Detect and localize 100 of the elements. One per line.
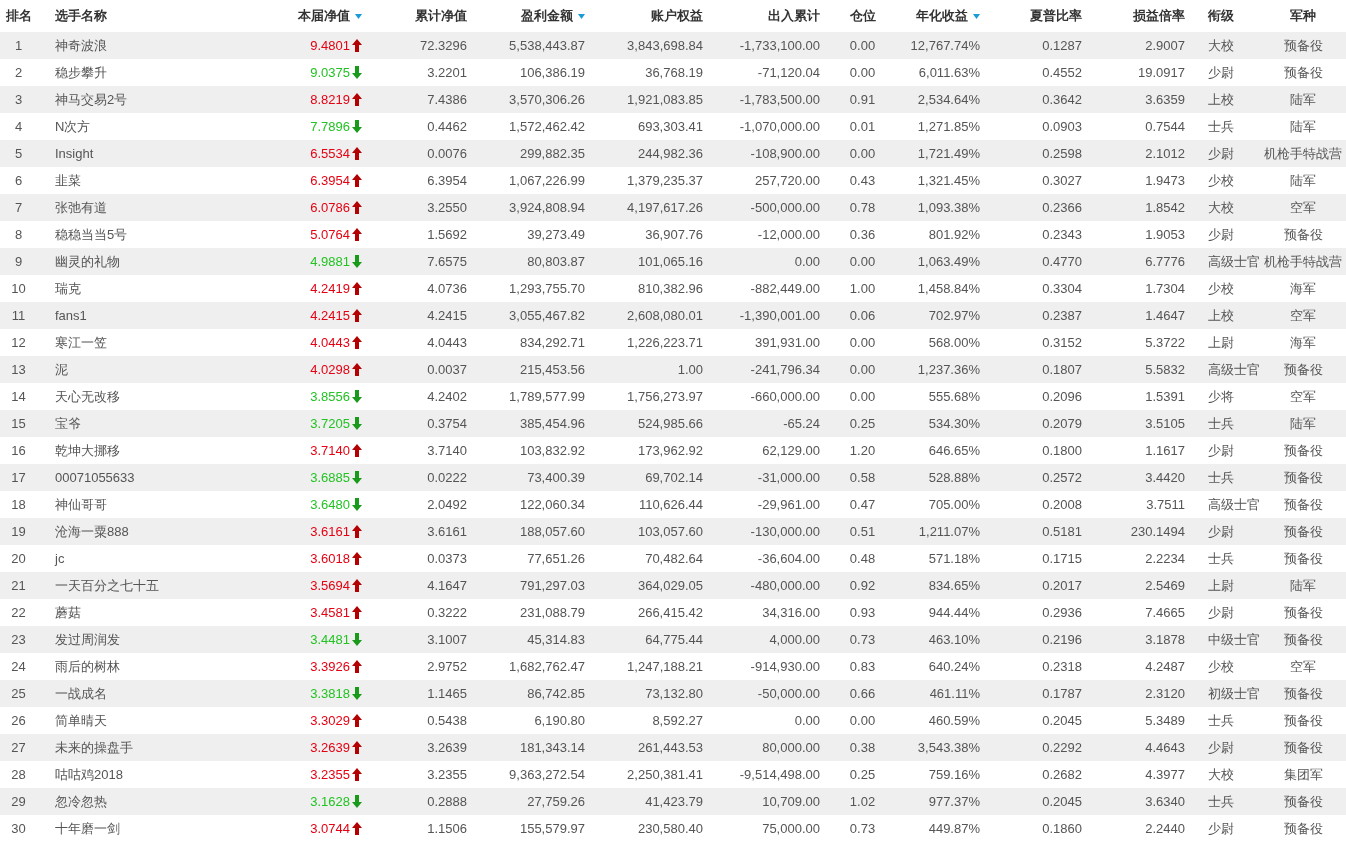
sharpe-ratio-cell-text: 0.3304 <box>1042 279 1082 298</box>
rank-title-cell-text: 少尉 <box>1208 441 1234 460</box>
profit-loss-ratio-cell-text: 4.3977 <box>1145 765 1185 784</box>
rank-cell-text: 11 <box>11 306 26 325</box>
profit-loss-ratio-cell-text: 1.1617 <box>1145 441 1185 460</box>
profit-amount-cell-text: 5,538,443.87 <box>509 36 585 55</box>
annualized-return-cell-text: 1,271.85% <box>917 117 980 136</box>
cumulative-flow-cell-text: 257,720.00 <box>754 171 820 190</box>
sharpe-ratio-cell-text: 0.2343 <box>1042 225 1082 244</box>
profit-loss-ratio-cell-text: 1.8542 <box>1145 198 1185 217</box>
player-name-cell-text: 忽冷忽热 <box>55 792 107 811</box>
cumulative-flow-cell-text: 10,709.00 <box>762 792 820 811</box>
service-branch-cell-text: 预备役 <box>1283 819 1323 838</box>
column-header[interactable]: 盈利金额 <box>521 6 573 26</box>
rank-cell-text: 12 <box>11 333 26 352</box>
net-value-cell-text: 3.3029 <box>310 711 350 730</box>
account-equity-cell-text: 1,921,083.85 <box>627 90 703 109</box>
sharpe-ratio-cell-text: 0.2318 <box>1042 657 1082 676</box>
cumulative-net-value-cell-text: 4.2402 <box>427 387 467 406</box>
position-cell-text: 0.00 <box>849 63 876 82</box>
position-cell-text: 1.20 <box>849 441 876 460</box>
profit-amount-cell-text: 6,190.80 <box>534 711 585 730</box>
cumulative-net-value-cell-text: 3.6161 <box>427 522 467 541</box>
rank-cell-text: 4 <box>14 117 23 136</box>
account-equity-cell-text: 41,423.79 <box>645 792 703 811</box>
rank-title-cell-text: 少尉 <box>1208 603 1234 622</box>
annualized-return-cell-text: 555.68% <box>928 387 980 406</box>
cumulative-net-value-cell-text: 4.0736 <box>427 279 467 298</box>
column-header: 账户权益 <box>651 7 703 26</box>
player-name-cell-text: 神奇波浪 <box>55 36 107 55</box>
position-cell-text: 0.91 <box>849 90 876 109</box>
account-equity-cell-text: 4,197,617.26 <box>627 198 703 217</box>
cumulative-flow-cell-text: -1,733,100.00 <box>739 36 820 55</box>
service-branch-cell-text: 预备役 <box>1283 225 1323 244</box>
position-cell-text: 0.58 <box>849 468 876 487</box>
column-header: 选手名称 <box>55 7 107 26</box>
column-header[interactable]: 年化收益 <box>916 6 968 26</box>
column-header: 夏普比率 <box>1030 7 1082 26</box>
rank-title-cell-text: 初级士官 <box>1208 684 1260 703</box>
position-cell-text: 0.00 <box>849 387 876 406</box>
sharpe-ratio-cell-text: 0.2936 <box>1042 603 1082 622</box>
cumulative-flow-cell-text: -108,900.00 <box>750 144 820 163</box>
cumulative-net-value-cell-text: 0.0076 <box>427 144 467 163</box>
rank-title-cell-text: 少尉 <box>1208 738 1234 757</box>
profit-loss-ratio-cell-text: 2.2234 <box>1145 549 1185 568</box>
position-cell-text: 0.73 <box>849 630 876 649</box>
column-header: 损益倍率 <box>1133 7 1185 26</box>
profit-loss-ratio-cell-text: 230.1494 <box>1130 522 1185 541</box>
profit-amount-cell-text: 1,572,462.42 <box>509 117 585 136</box>
net-value-cell-text: 3.8556 <box>310 387 350 406</box>
profit-loss-ratio-cell-text: 6.7776 <box>1145 252 1185 271</box>
player-name-cell-text: 神仙哥哥 <box>55 495 107 514</box>
sharpe-ratio-cell-text: 0.2045 <box>1042 711 1082 730</box>
position-cell-text: 0.00 <box>849 333 876 352</box>
net-value-cell-text: 8.8219 <box>310 90 350 109</box>
net-value-cell-text: 4.0298 <box>310 360 350 379</box>
service-branch-cell-text: 集团军 <box>1283 765 1323 784</box>
service-branch-cell-text: 陆军 <box>1290 117 1316 136</box>
profit-amount-cell-text: 155,579.97 <box>519 819 585 838</box>
position-cell-text: 0.93 <box>849 603 876 622</box>
net-value-cell-text: 4.0443 <box>310 333 350 352</box>
annualized-return-cell-text: 834.65% <box>928 576 980 595</box>
profit-loss-ratio-cell-text: 1.5391 <box>1145 387 1185 406</box>
player-name-cell-text: 寒江一笠 <box>55 333 107 352</box>
sharpe-ratio-cell-text: 0.2096 <box>1042 387 1082 406</box>
column-header[interactable]: 本届净值 <box>298 6 350 26</box>
annualized-return-cell-text: 463.10% <box>928 630 980 649</box>
service-branch-cell-text: 预备役 <box>1283 630 1323 649</box>
rank-title-cell-text: 少尉 <box>1208 63 1234 82</box>
player-name-cell-text: 乾坤大挪移 <box>55 441 120 460</box>
player-name-cell-text: 稳稳当当5号 <box>55 225 128 244</box>
rank-cell-text: 19 <box>11 522 26 541</box>
cumulative-net-value-cell-text: 1.5692 <box>427 225 467 244</box>
service-branch-cell-text: 陆军 <box>1290 414 1316 433</box>
profit-amount-cell-text: 834,292.71 <box>519 333 585 352</box>
service-branch-cell-text: 陆军 <box>1290 576 1316 595</box>
net-value-cell-text: 7.7896 <box>310 117 350 136</box>
service-branch-cell-text: 预备役 <box>1283 603 1323 622</box>
rank-title-cell-text: 士兵 <box>1208 117 1234 136</box>
position-cell-text: 0.00 <box>849 252 876 271</box>
profit-amount-cell-text: 385,454.96 <box>519 414 585 433</box>
profit-amount-cell-text: 1,067,226.99 <box>509 171 585 190</box>
annualized-return-cell-text: 449.87% <box>928 819 980 838</box>
rank-title-cell-text: 少校 <box>1208 657 1234 676</box>
cumulative-flow-cell-text: 62,129.00 <box>762 441 820 460</box>
cumulative-flow-cell-text: 4,000.00 <box>769 630 820 649</box>
player-name-cell-text: 张弛有道 <box>55 198 107 217</box>
position-cell-text: 0.00 <box>849 144 876 163</box>
account-equity-cell-text: 1,247,188.21 <box>627 657 703 676</box>
profit-loss-ratio-cell-text: 1.9053 <box>1145 225 1185 244</box>
cumulative-net-value-cell-text: 3.2550 <box>427 198 467 217</box>
sharpe-ratio-cell-text: 0.2366 <box>1042 198 1082 217</box>
position-cell-text: 0.66 <box>849 684 876 703</box>
position-cell-text: 0.00 <box>849 360 876 379</box>
position-cell-text: 0.25 <box>849 414 876 433</box>
sharpe-ratio-cell-text: 0.1715 <box>1042 549 1082 568</box>
account-equity-cell-text: 3,843,698.84 <box>627 36 703 55</box>
annualized-return-cell-text: 1,063.49% <box>917 252 980 271</box>
net-value-cell-text: 3.6885 <box>310 468 350 487</box>
net-value-cell-text: 3.4481 <box>310 630 350 649</box>
